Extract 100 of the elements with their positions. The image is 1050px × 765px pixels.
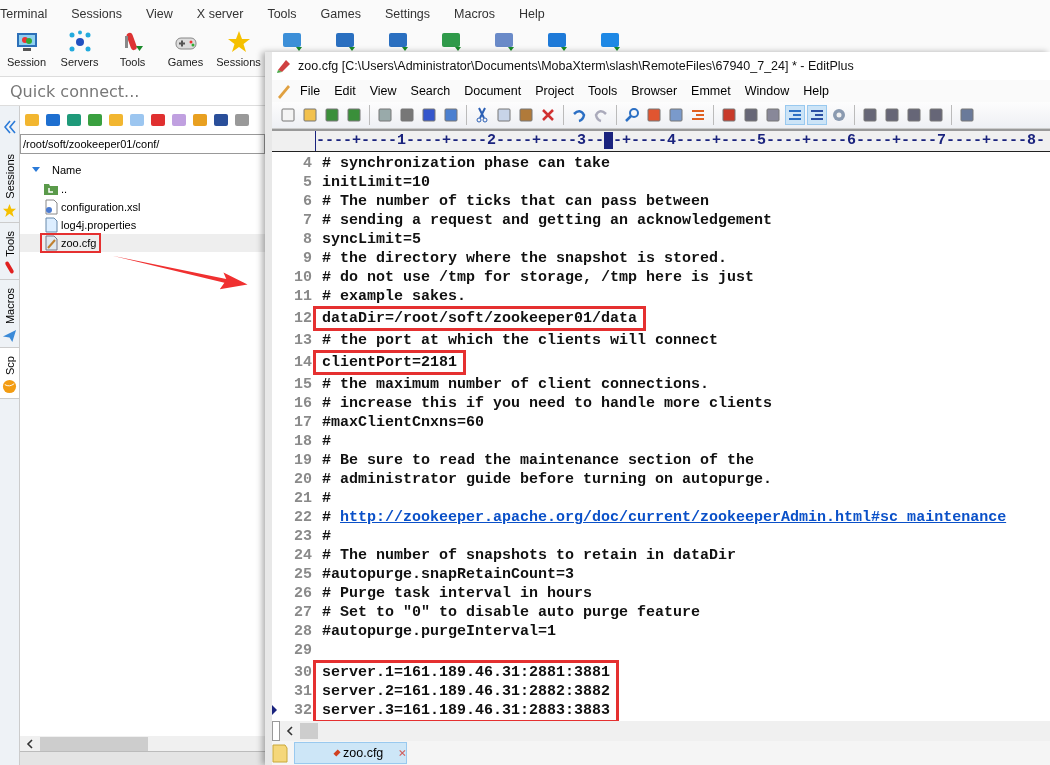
line-number: 5 <box>303 173 312 192</box>
close-icon[interactable] <box>399 748 406 758</box>
side-tab[interactable]: Scp <box>0 348 19 400</box>
toolbar-button[interactable] <box>344 105 364 125</box>
side-tab[interactable]: Sessions <box>0 146 19 223</box>
scroll-left-icon[interactable] <box>26 738 34 749</box>
menu-item[interactable]: Terminal <box>0 7 48 21</box>
code-line: # <box>322 433 331 450</box>
toolbar-button[interactable]: Session <box>0 28 53 68</box>
toolbar-icon <box>399 107 415 123</box>
file-row[interactable]: log4j.properties <box>20 216 265 234</box>
code-line: #autopurge.purgeInterval=1 <box>322 623 557 640</box>
line-number: 18 <box>294 432 312 451</box>
path-field[interactable]: /root/soft/zookeeper01/conf/ <box>20 134 265 154</box>
toolbar-button[interactable] <box>785 105 805 125</box>
file-tab[interactable]: zoo.cfg <box>294 742 407 764</box>
code-line: # <box>322 509 331 526</box>
menu-item[interactable]: Help <box>519 7 545 21</box>
search-icon <box>624 107 640 123</box>
file-row[interactable]: .. <box>20 180 265 198</box>
menu-item[interactable]: Edit <box>334 84 356 98</box>
code-line: syncLimit=5 <box>322 231 422 248</box>
toolbar-button[interactable] <box>300 105 320 125</box>
file-icon <box>43 235 59 251</box>
menu-item[interactable]: Browser <box>631 84 678 98</box>
collapse-icon[interactable] <box>3 120 16 134</box>
toolbar-button[interactable] <box>926 105 946 125</box>
toolbar-button[interactable] <box>644 105 664 125</box>
scrollbar-thumb[interactable] <box>300 723 318 739</box>
menu-item[interactable]: Window <box>744 84 790 98</box>
toolbar-button[interactable] <box>860 105 880 125</box>
toolbar-button[interactable] <box>441 105 461 125</box>
splitter-handle[interactable] <box>272 721 280 741</box>
toolbar-button[interactable] <box>516 105 536 125</box>
scroll-left-icon[interactable] <box>286 726 294 736</box>
toolbar-icon[interactable] <box>45 112 61 128</box>
toolbar-icon[interactable] <box>66 112 82 128</box>
ruler-cursor <box>604 132 614 150</box>
file-row[interactable]: configuration.xsl <box>20 198 265 216</box>
line-number: 11 <box>294 287 312 306</box>
line-number: 26 <box>294 584 312 603</box>
line-number: 6 <box>303 192 312 211</box>
toolbar-button[interactable] <box>419 105 439 125</box>
toolbar-button[interactable] <box>322 105 342 125</box>
toolbar-button[interactable] <box>741 105 761 125</box>
toolbar-icon[interactable] <box>150 112 166 128</box>
menu-item[interactable]: Tools <box>267 7 297 21</box>
scrollbar-thumb[interactable] <box>40 736 148 751</box>
toolbar-button[interactable] <box>666 105 686 125</box>
quick-connect-field[interactable]: Quick connect... <box>0 79 260 103</box>
gear-icon <box>831 107 847 123</box>
toolbar-button[interactable] <box>719 105 739 125</box>
globe-icon <box>2 379 17 395</box>
window-title: zoo.cfg [C:\Users\Administrator\Documents\MobaXterm\slash\RemoteFiles\67940_7_24] * - EditPlus <box>298 59 854 73</box>
menu-item[interactable]: Sessions <box>71 7 122 21</box>
toolbar-icon[interactable] <box>87 112 103 128</box>
column-header[interactable]: Name <box>52 164 82 176</box>
line-number: 12 <box>294 309 312 328</box>
line-number: 23 <box>294 527 312 546</box>
toolbar-button[interactable]: Sessions <box>212 28 265 68</box>
menu-item[interactable]: Settings <box>384 7 431 21</box>
code-line: server.3=161.189.46.31:2883:3883 <box>322 702 611 719</box>
menu-item[interactable]: Games <box>320 7 361 21</box>
menu-item[interactable]: View <box>369 84 397 98</box>
menu-item[interactable]: Emmet <box>691 84 731 98</box>
toolbar-button[interactable] <box>807 105 827 125</box>
file-row[interactable]: zoo.cfg <box>20 234 265 252</box>
toolbar-button[interactable]: Tools <box>106 28 159 68</box>
sort-icon[interactable] <box>32 167 40 173</box>
menu-item[interactable]: Tools <box>588 84 618 98</box>
toolbar-button[interactable] <box>763 105 783 125</box>
lines-icon <box>787 107 803 123</box>
pencil-icon <box>276 83 292 99</box>
toolbar-button[interactable] <box>882 105 902 125</box>
toolbar-button[interactable]: Servers <box>53 28 106 68</box>
toolbar-icon <box>346 107 362 123</box>
line-number: 24 <box>294 546 312 565</box>
menu-item[interactable]: Document <box>464 84 522 98</box>
menu-item[interactable]: View <box>146 7 173 21</box>
toolbar-button[interactable] <box>397 105 417 125</box>
menu-item[interactable]: X server <box>196 7 244 21</box>
side-tab[interactable]: Tools <box>0 222 19 281</box>
code-link[interactable]: http://zookeeper.apache.org/doc/current/zookeeperAdmin.html#sc_maintenance <box>340 509 1007 526</box>
code-line: # administrator guide before turning on autopurge. <box>322 471 773 488</box>
code-line: # The number of ticks that can pass between <box>322 193 710 210</box>
toolbar-button[interactable] <box>904 105 924 125</box>
toolbar-button[interactable]: Games <box>159 28 212 68</box>
menu-item[interactable]: Macros <box>454 7 496 21</box>
toolbar-button[interactable] <box>375 105 395 125</box>
toolbar-icon[interactable] <box>213 112 229 128</box>
column-ruler: ----+----1----+----2----+----3-- -+----4----+----5----+----6----+----7----+----8- <box>316 132 1046 150</box>
menu-item[interactable]: File <box>300 84 321 98</box>
toolbar-icon <box>280 107 296 123</box>
menu-item[interactable]: Search <box>410 84 451 98</box>
code-line: clientPort=2181 <box>322 354 458 371</box>
toolbar-icon <box>743 107 759 123</box>
code-line: # example sakes. <box>322 288 467 305</box>
menu-item[interactable]: Project <box>535 84 575 98</box>
toolbar-button[interactable] <box>957 105 977 125</box>
menu-item[interactable]: Help <box>803 84 829 98</box>
